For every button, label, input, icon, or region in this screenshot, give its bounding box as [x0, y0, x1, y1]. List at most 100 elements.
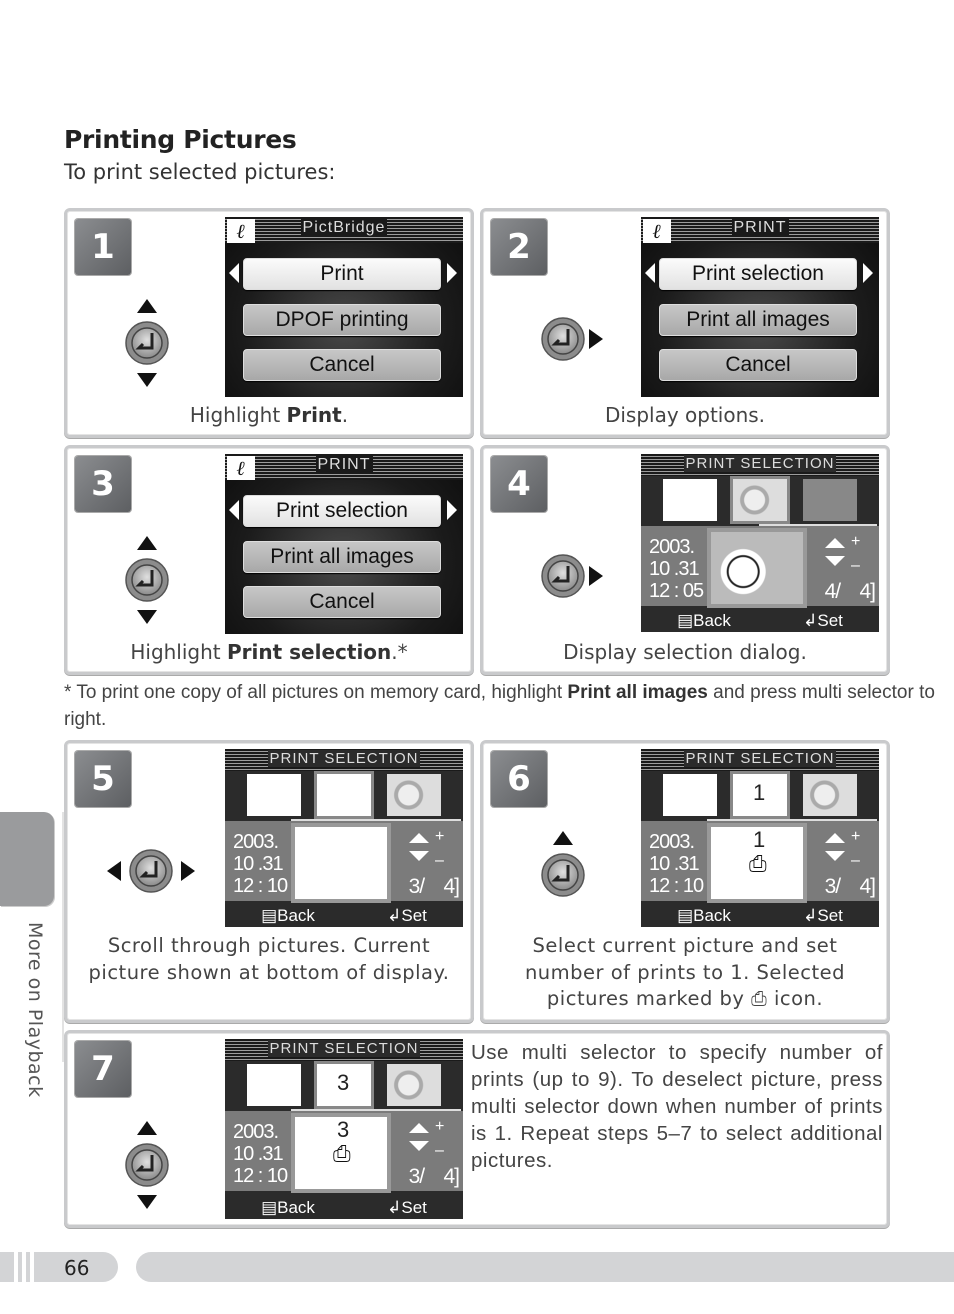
- screen-header: PRINT SELECTION: [267, 750, 421, 767]
- chapter-label: More on Playback: [24, 922, 46, 1098]
- step-caption: Use multi selector to specify number of …: [471, 1041, 883, 1172]
- menu-item-print-all[interactable]: Print all images: [243, 541, 441, 573]
- svg-text:+: +: [435, 829, 444, 845]
- step-number: 4: [491, 456, 547, 512]
- menu-icon: ▤: [261, 1198, 278, 1217]
- camera-screen: ℓ PRINT Print selection Print all images…: [225, 454, 463, 634]
- menu-item-cancel[interactable]: Cancel: [659, 349, 857, 381]
- back-button[interactable]: ▤Back: [261, 906, 315, 926]
- menu-item-print[interactable]: Print: [243, 258, 441, 290]
- menu-item-print-all[interactable]: Print all images: [659, 304, 857, 336]
- thumbnail-landscape[interactable]: [663, 479, 717, 521]
- step-5-card: 5 PRINT SELECTION 2003. 10 .31 12 : 10 + – …: [64, 740, 474, 1023]
- page-title: Printing Pictures: [64, 125, 297, 154]
- thumbnail-flowers[interactable]: [803, 774, 857, 816]
- screen-header: PRINT SELECTION: [683, 750, 837, 767]
- date-stamp: 2003. 10 .31 12 : 10: [233, 831, 288, 897]
- thumbnail-flowers[interactable]: [387, 774, 441, 816]
- set-button[interactable]: ↲Set: [387, 1198, 427, 1218]
- chapter-tab[interactable]: [0, 812, 54, 906]
- print-selection-screen: PRINT SELECTION 3 2003. 10 .31 12 : 10 3 ⎙…: [225, 1039, 463, 1219]
- back-button[interactable]: ▤Back: [677, 906, 731, 926]
- multi-selector-icon: [107, 849, 195, 893]
- back-button[interactable]: ▤Back: [677, 611, 731, 631]
- thumbnail-flowers[interactable]: [733, 479, 787, 521]
- print-selection-screen: PRINT SELECTION 1 2003. 10 .31 12 : 10 1 ⎙…: [641, 749, 879, 927]
- right-arrow-icon: [447, 263, 457, 283]
- up-down-icon: +–: [409, 1119, 444, 1159]
- menu-icon: ▤: [261, 906, 278, 925]
- step-1-card: 1 ℓ PictBridge Print DPOF printing Cance…: [64, 208, 474, 438]
- step-4-card: 4 PRINT SELECTION 2003. 10 .31 12 : 05 + – …: [480, 445, 890, 675]
- step-caption: Select current picture and set number of…: [524, 934, 846, 1010]
- page-subtitle: To print selected pictures:: [64, 160, 336, 184]
- menu-item-cancel[interactable]: Cancel: [243, 349, 441, 381]
- thumbnail-family[interactable]: [247, 774, 301, 816]
- frame-counter: 3/ 4]: [408, 875, 460, 898]
- set-button[interactable]: ↲Set: [803, 906, 843, 926]
- step-number: 5: [75, 751, 131, 807]
- multi-selector-icon: [125, 299, 169, 387]
- step-caption: Display selection dialog.: [563, 640, 807, 664]
- right-arrow-icon: [447, 500, 457, 520]
- svg-text:–: –: [851, 557, 860, 574]
- step-caption: Highlight Print.: [189, 403, 349, 427]
- current-picture: [711, 532, 803, 604]
- footer-bar-left: [0, 1252, 14, 1282]
- enter-icon: ↲: [387, 906, 402, 925]
- date-stamp: 2003. 10 .31 12 : 05: [649, 536, 704, 602]
- footnote: * To print one copy of all pictures on m…: [64, 682, 935, 730]
- current-picture: [295, 827, 387, 899]
- date-stamp: 2003. 10 .31 12 : 10: [649, 831, 704, 897]
- print-count: 1: [753, 780, 766, 805]
- step-3-card: 3 ℓ PRINT Print selection Print all imag…: [64, 445, 474, 675]
- date-stamp: 2003. 10 .31 12 : 10: [233, 1121, 288, 1187]
- print-mark-icon: ⎙: [749, 851, 767, 876]
- left-arrow-icon: [645, 263, 655, 283]
- print-selection-screen: PRINT SELECTION 2003. 10 .31 12 : 05 + – 4/…: [641, 454, 879, 632]
- menu-item-cancel[interactable]: Cancel: [243, 586, 441, 618]
- camera-screen: ℓ PRINT Print selection Print all images…: [641, 217, 879, 397]
- up-down-icon: +–: [825, 534, 860, 574]
- menu-icon: ▤: [677, 906, 694, 925]
- multi-selector-icon: [125, 1121, 169, 1209]
- menu-item-dpof[interactable]: DPOF printing: [243, 304, 441, 336]
- menu-item-print-selection[interactable]: Print selection: [243, 495, 441, 527]
- print-count: 3: [337, 1117, 350, 1142]
- set-button[interactable]: ↲Set: [803, 611, 843, 631]
- set-button[interactable]: ↲Set: [387, 906, 427, 926]
- frame-counter: 3/ 4]: [408, 1165, 460, 1188]
- page-number: 66: [64, 1256, 90, 1280]
- footer-bar-stripe: [26, 1252, 30, 1282]
- screen-header: PRINT: [315, 456, 373, 473]
- print-count: 1: [753, 827, 766, 852]
- footer-bar-stripe: [18, 1252, 22, 1282]
- right-arrow-icon: [863, 263, 873, 283]
- thumbnail-family[interactable]: [663, 774, 717, 816]
- svg-text:–: –: [851, 852, 860, 869]
- camera-screen: ℓ PictBridge Print DPOF printing Cancel: [225, 217, 463, 397]
- left-arrow-icon: [229, 500, 239, 520]
- frame-counter: 4/ 4]: [824, 580, 876, 603]
- print-count: 3: [337, 1070, 350, 1095]
- step-number: 1: [75, 219, 131, 275]
- current-picture: 1 ⎙: [711, 827, 803, 899]
- screen-header: PictBridge: [300, 219, 388, 236]
- thumbnail-empty[interactable]: [803, 479, 857, 521]
- thumbnail-flowers[interactable]: [387, 1064, 441, 1106]
- footer-bar-right: [136, 1252, 954, 1282]
- thumbnail-landscape[interactable]: 1: [733, 774, 787, 816]
- thumbnail-landscape[interactable]: 3: [317, 1064, 371, 1106]
- svg-text:+: +: [435, 1119, 444, 1135]
- step-number: 3: [75, 456, 131, 512]
- back-button[interactable]: ▤Back: [261, 1198, 315, 1218]
- enter-icon: ↲: [387, 1198, 402, 1217]
- thumbnail-family[interactable]: [247, 1064, 301, 1106]
- thumbnail-landscape[interactable]: [317, 774, 371, 816]
- step-2-card: 2 ℓ PRINT Print selection Print all imag…: [480, 208, 890, 438]
- enter-icon: ↲: [803, 611, 818, 630]
- step-6-card: 6 PRINT SELECTION 1 2003. 10 .31 12 : 10 1…: [480, 740, 890, 1023]
- step-number: 6: [491, 751, 547, 807]
- print-mark-icon: ⎙: [751, 987, 768, 1010]
- menu-item-print-selection[interactable]: Print selection: [659, 258, 857, 290]
